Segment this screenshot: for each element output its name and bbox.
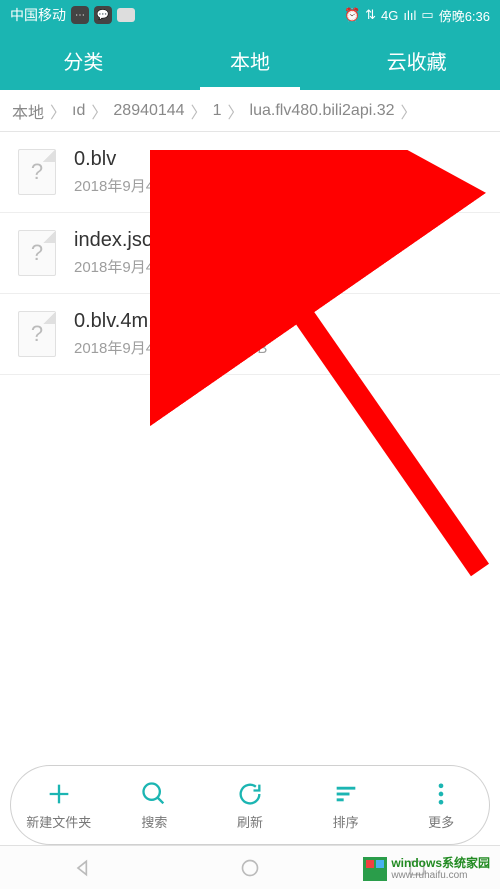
alarm-icon: ⏰	[344, 7, 360, 23]
file-icon: ?	[18, 149, 56, 195]
chevron-right-icon: 〉	[401, 99, 417, 123]
search-button[interactable]: 搜索	[107, 780, 203, 831]
chevron-right-icon: 〉	[91, 99, 107, 123]
carrier-label: 中国移动	[10, 5, 66, 25]
tool-label: 刷新	[237, 812, 263, 831]
tab-category[interactable]: 分类	[0, 30, 167, 90]
file-name: 0.blv	[74, 148, 486, 171]
watermark-url: www.ruhaifu.com	[391, 870, 490, 881]
file-row[interactable]: ? 0.blv.4m.sum 2018年9月4日 傍晚5:17 19 B	[0, 294, 500, 375]
bc-item[interactable]: 1	[213, 102, 222, 120]
watermark-logo-icon	[363, 857, 387, 881]
new-folder-button[interactable]: 新建文件夹	[11, 780, 107, 831]
sort-button[interactable]: 排序	[298, 780, 394, 831]
sort-icon	[332, 780, 360, 808]
file-name: 0.blv.4m.sum	[74, 310, 486, 333]
chevron-right-icon: 〉	[50, 99, 66, 123]
breadcrumb[interactable]: 本地 〉 ıd 〉 28940144 〉 1 〉 lua.flv480.bili…	[0, 90, 500, 132]
file-icon: ?	[18, 311, 56, 357]
plus-icon	[45, 780, 73, 808]
tool-label: 排序	[333, 812, 359, 831]
watermark: windows系统家园 www.ruhaifu.com	[363, 857, 490, 881]
file-icon: ?	[18, 230, 56, 276]
tab-cloud[interactable]: 云收藏	[333, 30, 500, 90]
more-button[interactable]: 更多	[393, 780, 489, 831]
tool-label: 新建文件夹	[26, 812, 91, 831]
refresh-icon	[236, 780, 264, 808]
bc-item[interactable]: 28940144	[113, 102, 184, 120]
file-list: ? 0.blv 2018年9月4日 傍晚5:18 45.80 MB ? inde…	[0, 132, 500, 375]
notif-icon-3	[117, 8, 135, 22]
file-info: 2018年9月4日 傍晚5:18 1.85 kB	[74, 256, 486, 277]
triangle-left-icon	[73, 858, 93, 878]
file-info: 2018年9月4日 傍晚5:18 45.80 MB	[74, 175, 486, 196]
status-bar: 中国移动 ⋯ 💬 ⏰ ⇅ 4G ılıl ▭ 傍晚6:36	[0, 0, 500, 30]
file-row[interactable]: ? 0.blv 2018年9月4日 傍晚5:18 45.80 MB	[0, 132, 500, 213]
watermark-text: windows系统家园	[391, 857, 490, 870]
nav-home-button[interactable]	[235, 853, 265, 883]
bc-item[interactable]: 本地	[12, 99, 44, 123]
tool-label: 搜索	[141, 812, 167, 831]
network-label: 4G	[381, 8, 398, 23]
more-icon	[427, 780, 455, 808]
notif-icon-1: ⋯	[71, 6, 89, 24]
clock-label: 傍晚6:36	[439, 6, 490, 25]
file-info: 2018年9月4日 傍晚5:17 19 B	[74, 337, 486, 358]
refresh-button[interactable]: 刷新	[202, 780, 298, 831]
bc-item[interactable]: lua.flv480.bili2api.32	[250, 102, 395, 120]
notif-icon-2: 💬	[94, 6, 112, 24]
file-name: index.json	[74, 229, 486, 252]
circle-icon	[240, 858, 260, 878]
tool-label: 更多	[428, 812, 454, 831]
tab-local[interactable]: 本地	[167, 30, 334, 90]
top-tabs: 分类 本地 云收藏	[0, 30, 500, 90]
bottom-toolbar: 新建文件夹 搜索 刷新 排序 更多	[10, 765, 490, 845]
file-row[interactable]: ? index.json 2018年9月4日 傍晚5:18 1.85 kB	[0, 213, 500, 294]
chevron-right-icon: 〉	[191, 99, 207, 123]
battery-icon: ▭	[421, 7, 433, 23]
bc-item[interactable]: ıd	[72, 102, 85, 120]
signal-icon: ılıl	[403, 8, 416, 23]
search-icon	[140, 780, 168, 808]
data-icon: ⇅	[365, 7, 376, 23]
nav-back-button[interactable]	[68, 853, 98, 883]
chevron-right-icon: 〉	[228, 99, 244, 123]
